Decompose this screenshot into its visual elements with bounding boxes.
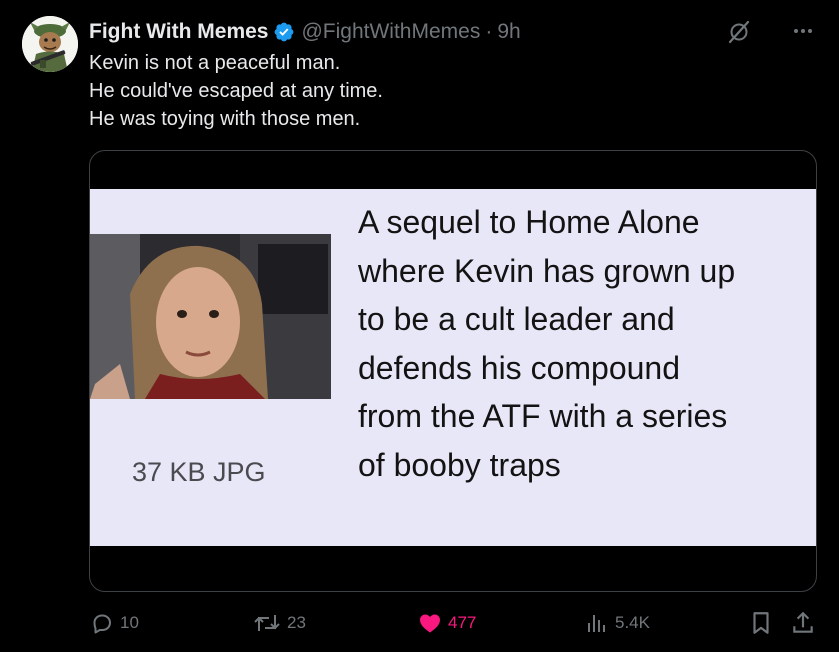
file-size-label: 37 KB JPG — [132, 457, 266, 487]
reply-count: 10 — [120, 613, 139, 632]
views-chart-icon — [588, 615, 605, 632]
reply-button[interactable]: 10 — [90, 608, 139, 638]
grok-icon[interactable] — [727, 20, 751, 44]
handle[interactable]: @FightWithMemes — [301, 20, 480, 44]
tweet-text-line: He was toying with those men. — [89, 108, 361, 130]
like-count: 477 — [448, 613, 477, 632]
separator-dot: · — [485, 20, 493, 43]
bookmark-icon[interactable] — [748, 610, 774, 636]
media-attachment[interactable]: 37 KB JPG A sequel to Home Alone where K… — [89, 150, 817, 592]
kevin-photo — [90, 234, 331, 399]
repost-icon — [254, 615, 280, 631]
tweet-text-line: He could've escaped at any time. — [89, 80, 383, 102]
meme-caption-line: to be a cult leader and — [358, 301, 675, 337]
repost-button[interactable]: 23 — [253, 608, 306, 638]
tweet-text-line: Kevin is not a peaceful man. — [89, 52, 341, 74]
more-options-icon[interactable] — [790, 18, 816, 44]
avatar[interactable] — [22, 16, 78, 72]
meme-caption-line: where Kevin has grown up — [358, 252, 736, 289]
soldier-avatar-icon — [22, 16, 78, 72]
views-button[interactable]: 5.4K — [585, 608, 650, 638]
timestamp[interactable]: 9h — [497, 20, 520, 44]
repost-count: 23 — [287, 613, 306, 632]
meme-caption-line: of booby traps — [358, 446, 561, 483]
tweet-text: Kevin is not a peaceful man. He could've… — [89, 49, 383, 133]
view-count: 5.4K — [615, 613, 650, 632]
reply-icon — [93, 614, 111, 634]
meme-caption-line: from the ATF with a series — [358, 398, 728, 434]
tweet-header: Fight With Memes @FightWithMemes · 9h — [89, 18, 521, 46]
meme-image: 37 KB JPG A sequel to Home Alone where K… — [90, 189, 816, 546]
action-bar: 10 23 477 5.4K — [0, 608, 839, 638]
meme-caption-line: defends his compound — [358, 349, 680, 386]
heart-filled-icon — [420, 614, 440, 633]
display-name[interactable]: Fight With Memes — [89, 20, 268, 44]
share-icon[interactable] — [790, 610, 816, 636]
meme-caption: A sequel to Home Alone where Kevin has g… — [358, 198, 808, 489]
tweet[interactable]: Fight With Memes @FightWithMemes · 9h Ke… — [0, 0, 839, 652]
meme-caption-line: A sequel to Home Alone — [358, 204, 700, 240]
verified-badge-icon — [275, 22, 294, 42]
like-button[interactable]: 477 — [418, 608, 476, 638]
